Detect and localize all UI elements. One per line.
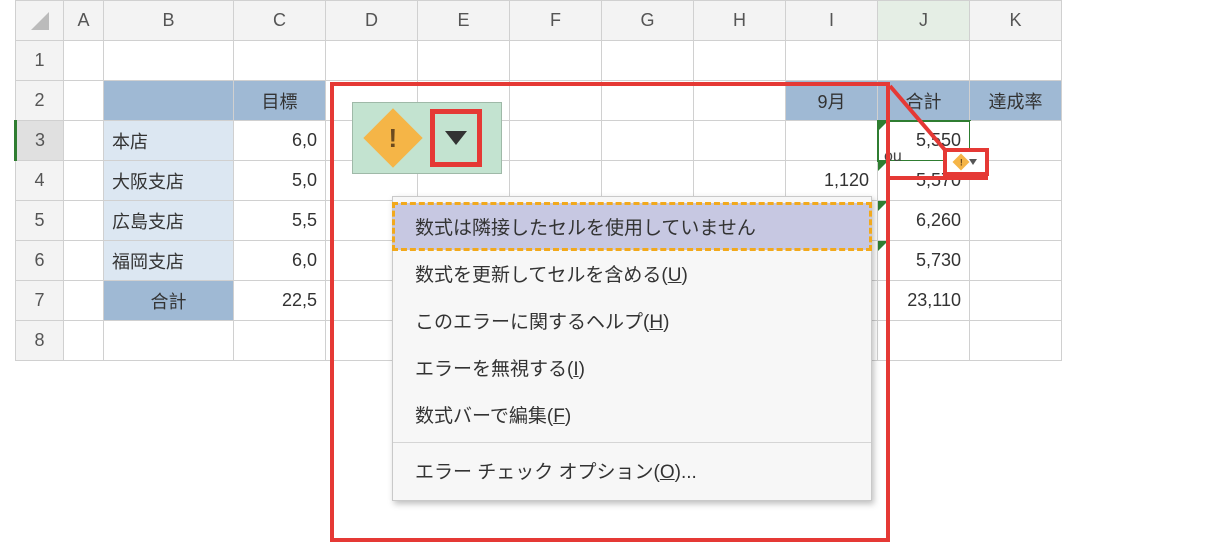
menu-item-ignore[interactable]: エラーを無視する(I) [393, 344, 871, 391]
row-header-5[interactable]: 5 [16, 201, 64, 241]
menu-item-error-options[interactable]: エラー チェック オプション(O)... [393, 447, 871, 494]
cell-J7[interactable]: 23,110 [878, 281, 970, 321]
menu-accel: O [660, 462, 675, 483]
menu-label: 数式を更新してセルを含める( [415, 265, 668, 286]
menu-label-close: ) [682, 265, 688, 286]
row-header-8[interactable]: 8 [16, 321, 64, 361]
cell-B2[interactable] [104, 81, 234, 121]
cell-J5[interactable]: 6,260 [878, 201, 970, 241]
error-menu: 数式は隣接したセルを使用していません 数式を更新してセルを含める(U) このエラ… [392, 196, 872, 501]
cell-J2[interactable]: 合計 [878, 81, 970, 121]
col-header-D[interactable]: D [326, 1, 418, 41]
cell-B5[interactable]: 広島支店 [104, 201, 234, 241]
cell-C7[interactable]: 22,5 [234, 281, 326, 321]
cell-C4[interactable]: 5,0 [234, 161, 326, 201]
cell-C5[interactable]: 5,5 [234, 201, 326, 241]
cell-K6[interactable] [970, 241, 1062, 281]
menu-label-close: ) [663, 312, 669, 333]
menu-item-update-formula[interactable]: 数式を更新してセルを含める(U) [393, 250, 871, 297]
menu-accel: F [553, 406, 565, 427]
cell-B6[interactable]: 福岡支店 [104, 241, 234, 281]
menu-label: 数式バーで編集( [415, 406, 553, 427]
cell-C3[interactable]: 6,0 [234, 121, 326, 161]
chevron-down-icon [969, 158, 977, 166]
cell-C2[interactable]: 目標 [234, 81, 326, 121]
row-header-4[interactable]: 4 [16, 161, 64, 201]
warning-icon: ! [363, 108, 422, 167]
chevron-down-icon [445, 131, 467, 145]
cell-K7[interactable] [970, 281, 1062, 321]
menu-accel: U [668, 265, 682, 286]
menu-label: エラー チェック オプション( [415, 462, 660, 483]
warning-icon: ! [953, 154, 970, 171]
select-all-corner[interactable] [16, 1, 64, 41]
cell-J6[interactable]: 5,730 [878, 241, 970, 281]
col-header-K[interactable]: K [970, 1, 1062, 41]
col-header-C[interactable]: C [234, 1, 326, 41]
cell-B7[interactable]: 合計 [104, 281, 234, 321]
col-header-G[interactable]: G [602, 1, 694, 41]
cell-K2[interactable]: 達成率 [970, 81, 1062, 121]
error-indicator-button[interactable]: ! [352, 102, 502, 174]
menu-item-error-title[interactable]: 数式は隣接したセルを使用していません [393, 203, 871, 250]
col-header-J[interactable]: J [878, 1, 970, 41]
menu-accel: H [649, 312, 663, 333]
cell-B4[interactable]: 大阪支店 [104, 161, 234, 201]
row-header-2[interactable]: 2 [16, 81, 64, 121]
error-callout: ! 数式は隣接したセルを使用していません 数式を更新してセルを含める(U) この… [330, 82, 890, 542]
col-header-A[interactable]: A [64, 1, 104, 41]
cell-B3[interactable]: 本店 [104, 121, 234, 161]
col-header-B[interactable]: B [104, 1, 234, 41]
menu-separator [393, 442, 871, 443]
col-header-I[interactable]: I [786, 1, 878, 41]
col-header-H[interactable]: H [694, 1, 786, 41]
menu-label-close: )... [675, 462, 697, 483]
cell-C6[interactable]: 6,0 [234, 241, 326, 281]
col-header-F[interactable]: F [510, 1, 602, 41]
error-indicator-mini[interactable]: ! [943, 148, 989, 176]
menu-item-help[interactable]: このエラーに関するヘルプ(H) [393, 297, 871, 344]
cell-K5[interactable] [970, 201, 1062, 241]
menu-item-edit-formula-bar[interactable]: 数式バーで編集(F) [393, 391, 871, 438]
menu-label-close: ) [579, 359, 585, 380]
row-header-7[interactable]: 7 [16, 281, 64, 321]
row-header-6[interactable]: 6 [16, 241, 64, 281]
row-header-3[interactable]: 3 [16, 121, 64, 161]
row-header-1[interactable]: 1 [16, 41, 64, 81]
menu-label-close: ) [565, 406, 571, 427]
menu-label: このエラーに関するヘルプ( [415, 312, 649, 333]
col-header-E[interactable]: E [418, 1, 510, 41]
error-dropdown-button[interactable] [430, 109, 482, 167]
menu-label: エラーを無視する( [415, 359, 573, 380]
